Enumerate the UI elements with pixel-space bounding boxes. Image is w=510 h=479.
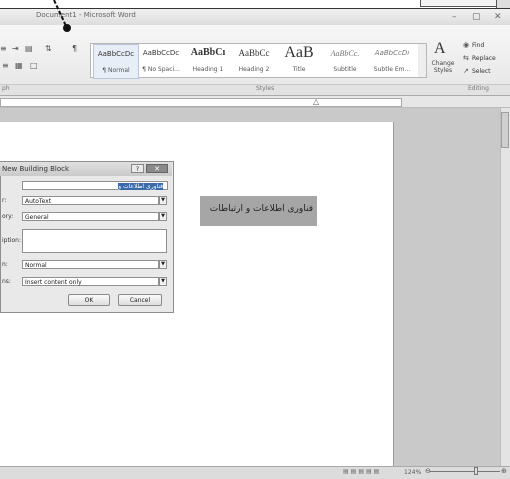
style-label: ¶ No Spaci...	[142, 66, 180, 73]
top-corner	[496, 0, 510, 8]
paragraph-group-label: ph	[2, 85, 10, 92]
style-label: Title	[292, 66, 306, 73]
gallery-label: r:	[2, 197, 7, 204]
align-icon[interactable]: ≡	[2, 61, 9, 70]
style-sample: AaBbCcDc	[97, 50, 135, 58]
styles-group-label: Styles	[256, 85, 275, 92]
view-buttons[interactable]: ▤▤▤▤▤	[343, 468, 381, 475]
style-title[interactable]: AaB Title	[277, 44, 321, 77]
sort-icon[interactable]: ⇅	[45, 44, 52, 53]
description-field[interactable]	[22, 229, 167, 253]
select-button[interactable]: Select	[472, 68, 491, 75]
style-sample: AaBbCcDc	[142, 49, 180, 57]
style-no-spacing[interactable]: AaBbCcDc ¶ No Spaci...	[138, 44, 184, 77]
rtl-icon[interactable]: ▤	[25, 44, 33, 53]
category-dropdown-icon[interactable]: ▼	[159, 212, 167, 221]
options-select[interactable]: Insert content only	[22, 277, 159, 286]
description-label: iption:	[2, 237, 21, 244]
gallery-dropdown-icon[interactable]: ▼	[159, 196, 167, 205]
shading-icon[interactable]: ▦	[15, 61, 23, 70]
ruler-strip[interactable]	[0, 98, 402, 107]
style-sample: AaBbCc	[238, 48, 270, 58]
change-styles-button[interactable]: Change Styles	[428, 60, 458, 74]
editing-group-label: Editing	[468, 85, 489, 92]
options-label: ns:	[2, 278, 11, 285]
vertical-scrollbar[interactable]	[500, 108, 510, 466]
style-subtitle[interactable]: AaBbCc. Subtitle	[322, 44, 368, 77]
style-label: Heading 1	[192, 66, 224, 73]
gallery-select[interactable]: AutoText	[22, 196, 159, 205]
dialog-title: New Building Block	[2, 165, 70, 173]
indent-icon[interactable]: ⇥	[12, 44, 19, 53]
options-dropdown-icon[interactable]: ▼	[159, 277, 167, 286]
top-frame	[420, 0, 498, 7]
selected-text-block[interactable]: فناوری اطلاعات و ارتباطات	[200, 196, 317, 226]
save-in-select[interactable]: Normal	[22, 260, 159, 269]
replace-button[interactable]: Replace	[472, 55, 496, 62]
vertical-scroll-thumb[interactable]	[501, 112, 509, 148]
restore-icon[interactable]: ▢	[472, 12, 481, 22]
replace-icon: ⇆	[463, 54, 469, 62]
name-field[interactable]: فناوری اطلاعات و	[22, 181, 168, 190]
styles-gallery-scroll[interactable]	[418, 43, 427, 78]
dialog-close-button[interactable]: ✕	[146, 164, 168, 173]
select-icon: ↗	[463, 67, 469, 75]
close-icon[interactable]: ✕	[494, 12, 502, 22]
bullets-icon[interactable]: ≡	[0, 44, 7, 53]
zoom-slider[interactable]	[430, 471, 500, 472]
ruler-marker-icon[interactable]: △	[313, 97, 319, 106]
style-label: ¶ Normal	[102, 67, 130, 74]
save-in-label: n:	[2, 261, 8, 268]
style-label: Subtitle	[333, 66, 357, 73]
style-sample: AaB	[284, 44, 314, 61]
style-label: Heading 2	[238, 66, 270, 73]
save-in-dropdown-icon[interactable]: ▼	[159, 260, 167, 269]
zoom-level[interactable]: 124%	[404, 469, 421, 476]
style-sample: AaBbCcDı	[374, 49, 410, 57]
ok-button[interactable]: OK	[68, 294, 110, 306]
find-icon: ◉	[463, 41, 470, 49]
category-label: ory:	[2, 213, 14, 220]
style-subtle-emphasis[interactable]: AaBbCcDı Subtle Em...	[369, 44, 415, 77]
style-sample: AaBbCı	[190, 47, 226, 58]
style-sample: AaBbCc.	[330, 49, 360, 58]
style-heading-1[interactable]: AaBbCı Heading 1	[185, 44, 231, 77]
status-bar	[0, 466, 510, 479]
styles-gallery: AaBbCcDc ¶ Normal AaBbCcDc ¶ No Spaci...…	[90, 43, 420, 79]
style-heading-2[interactable]: AaBbCc Heading 2	[232, 44, 276, 77]
find-button[interactable]: Find	[472, 42, 484, 49]
borders-icon[interactable]: □	[30, 61, 38, 70]
style-normal[interactable]: AaBbCcDc ¶ Normal	[93, 44, 139, 79]
cancel-button[interactable]: Cancel	[118, 294, 162, 306]
change-styles-icon[interactable]: A	[434, 40, 446, 58]
minimize-icon[interactable]: –	[452, 12, 457, 22]
dialog-help-button[interactable]: ?	[131, 164, 144, 173]
category-select[interactable]: General	[22, 212, 159, 221]
annotation-pointer-icon	[53, 0, 71, 32]
ribbon-group-labels	[0, 84, 510, 95]
style-label: Subtle Em...	[373, 66, 411, 73]
paragraph-mark-button[interactable]: ¶	[72, 44, 77, 53]
zoom-in-icon[interactable]: ⊕	[501, 467, 507, 475]
zoom-slider-thumb[interactable]	[474, 467, 478, 475]
selected-text: فناوری اطلاعات و ارتباطات	[209, 204, 313, 214]
name-field-value: فناوری اطلاعات و	[118, 183, 163, 190]
